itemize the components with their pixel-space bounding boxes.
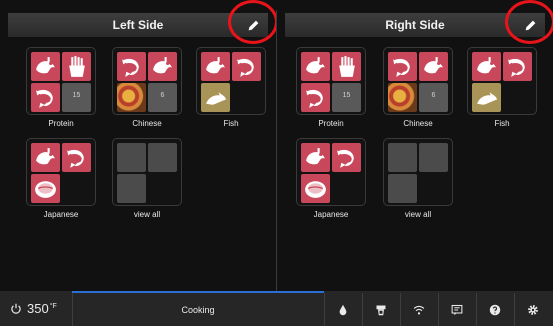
- count-label: 15: [342, 92, 351, 99]
- water-drop-icon: [339, 304, 347, 315]
- pizza-image: [117, 83, 146, 112]
- chat-button[interactable]: [440, 293, 474, 326]
- placeholder-cell: [388, 143, 417, 172]
- separator: [400, 293, 401, 326]
- category-tile-protein[interactable]: 15: [296, 47, 366, 115]
- meat-icon: [301, 143, 330, 172]
- category-tile-japanese[interactable]: [26, 138, 96, 206]
- fries-icon: [62, 52, 91, 81]
- category-tile-view-all[interactable]: [383, 138, 453, 206]
- tile-label: view all: [404, 210, 432, 219]
- category-tile-chinese[interactable]: 6: [383, 47, 453, 115]
- category-tile-view-all[interactable]: [112, 138, 182, 206]
- panel-title: Left Side: [112, 18, 164, 32]
- wifi-icon: [413, 305, 425, 314]
- placeholder-cell: [419, 143, 448, 172]
- shrimp-icon: [301, 83, 330, 112]
- meat-icon: [148, 52, 177, 81]
- more-count: 6: [419, 83, 448, 112]
- tile-label: view all: [133, 210, 161, 219]
- separator: [324, 293, 325, 326]
- shrimp-icon: [503, 52, 532, 81]
- tile-label: Protein: [318, 119, 344, 128]
- tile-label: Chinese: [132, 119, 162, 128]
- cooking-status[interactable]: Cooking: [72, 305, 324, 315]
- more-count: 15: [62, 83, 91, 112]
- separator: [438, 293, 439, 326]
- edit-button[interactable]: [228, 0, 278, 44]
- separator: [362, 293, 363, 326]
- shrimp-icon: [388, 52, 417, 81]
- help-button[interactable]: [478, 293, 512, 326]
- meat-icon: [31, 143, 60, 172]
- count-label: 15: [72, 92, 81, 99]
- tile-label: Fish: [223, 119, 239, 128]
- cooking-progress-line: [72, 291, 324, 293]
- more-count: 6: [148, 83, 177, 112]
- meat-icon: [472, 52, 501, 81]
- category-tile-protein[interactable]: 15: [26, 47, 96, 115]
- more-count: 15: [332, 83, 361, 112]
- fish-icon: [201, 83, 230, 112]
- left-side-panel: Left Side 15 Protein 6 Chinese Fish Japa…: [0, 0, 278, 291]
- meat-icon: [31, 52, 60, 81]
- shrimp-icon: [31, 83, 60, 112]
- meat-icon: [201, 52, 230, 81]
- appliance-icon: [376, 305, 386, 315]
- left-panel-header: Left Side: [8, 0, 278, 44]
- shrimp-icon: [117, 52, 146, 81]
- separator: [514, 293, 515, 326]
- category-tile-chinese[interactable]: 6: [112, 47, 182, 115]
- meat-icon: [301, 52, 330, 81]
- placeholder-cell: [148, 143, 177, 172]
- tile-label: Japanese: [313, 210, 349, 219]
- tile-label: Chinese: [403, 119, 433, 128]
- power-icon: [11, 303, 21, 314]
- water-button[interactable]: [326, 293, 360, 326]
- edit-button[interactable]: [505, 0, 553, 44]
- pencil-icon: [248, 20, 258, 30]
- right-panel-header: Right Side: [285, 0, 553, 44]
- tile-label: Fish: [494, 119, 510, 128]
- steak-icon: [31, 174, 60, 203]
- chat-icon: [451, 304, 463, 315]
- temperature-unit: °F: [49, 303, 57, 310]
- right-side-panel: Right Side 15 Protein 6 Chinese Fish Jap…: [277, 0, 553, 291]
- meat-icon: [419, 52, 448, 81]
- category-tile-fish[interactable]: [467, 47, 537, 115]
- count-label: 6: [160, 92, 165, 99]
- fish-icon: [472, 83, 501, 112]
- count-label: 6: [431, 92, 436, 99]
- panel-title: Right Side: [385, 18, 445, 32]
- appliance-button[interactable]: [364, 293, 398, 326]
- settings-button[interactable]: [516, 293, 550, 326]
- fries-icon: [332, 52, 361, 81]
- tile-label: Japanese: [43, 210, 79, 219]
- temperature-readout[interactable]: 350 °F: [10, 301, 57, 316]
- help-icon: [489, 304, 501, 315]
- pencil-icon: [525, 20, 535, 30]
- category-tile-fish[interactable]: [196, 47, 266, 115]
- shrimp-icon: [332, 143, 361, 172]
- pizza-image: [388, 83, 417, 112]
- placeholder-cell: [117, 174, 146, 203]
- shrimp-icon: [232, 52, 261, 81]
- separator: [476, 293, 477, 326]
- category-tile-japanese[interactable]: [296, 138, 366, 206]
- placeholder-cell: [388, 174, 417, 203]
- temperature-value: 350: [27, 301, 49, 316]
- tile-label: Protein: [48, 119, 74, 128]
- gear-icon: [528, 304, 538, 315]
- wifi-button[interactable]: [402, 293, 436, 326]
- placeholder-cell: [117, 143, 146, 172]
- shrimp-icon: [62, 143, 91, 172]
- steak-icon: [301, 174, 330, 203]
